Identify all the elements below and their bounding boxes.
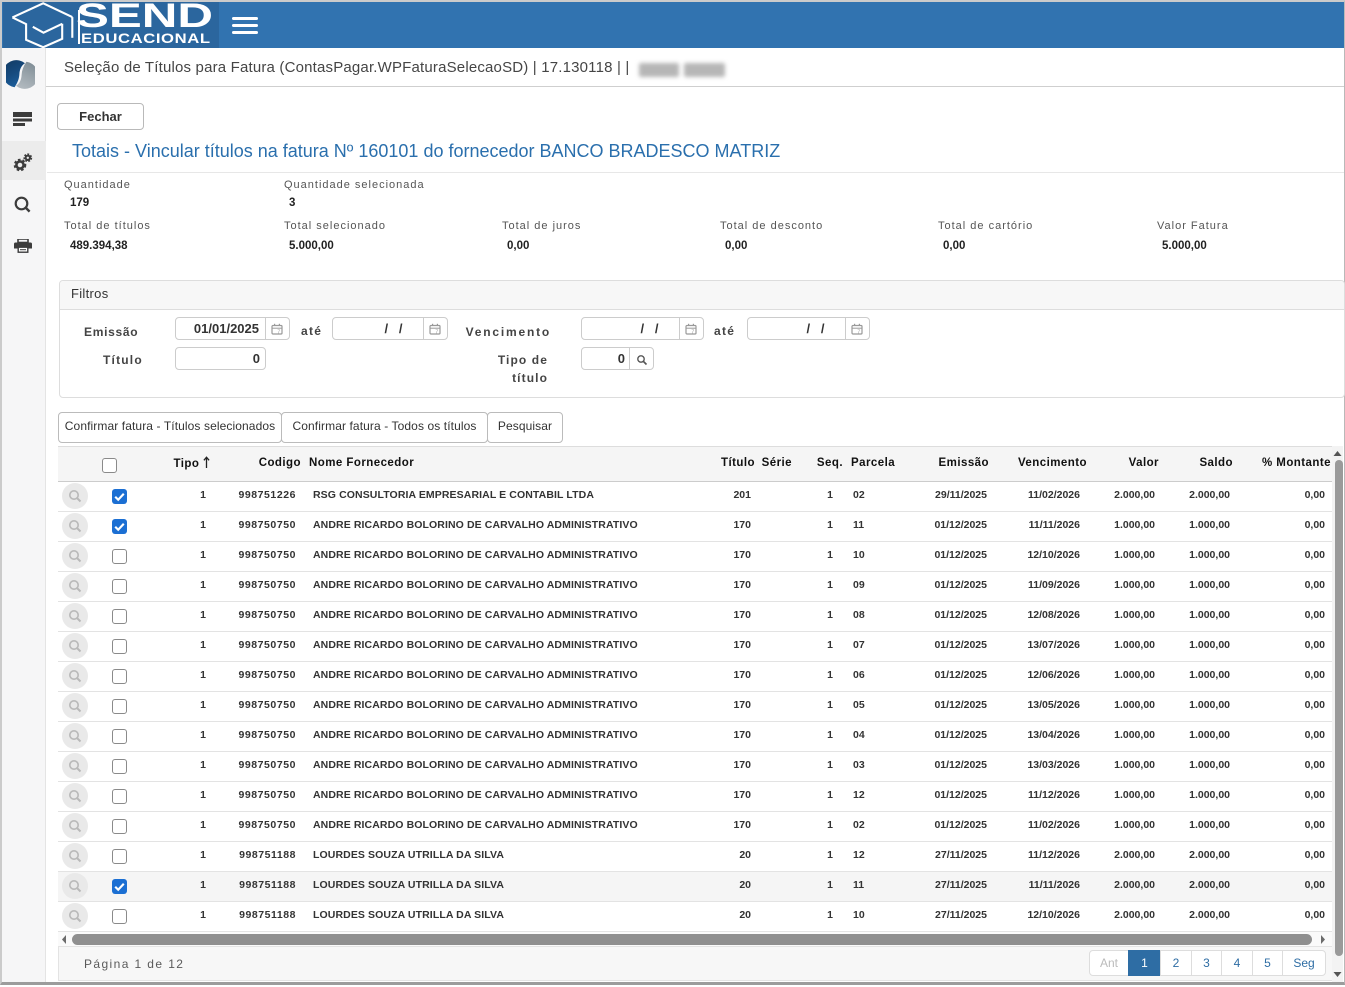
svg-text:7: 7: [691, 330, 694, 335]
svg-text:7: 7: [857, 330, 860, 335]
svg-text:7: 7: [277, 330, 280, 335]
